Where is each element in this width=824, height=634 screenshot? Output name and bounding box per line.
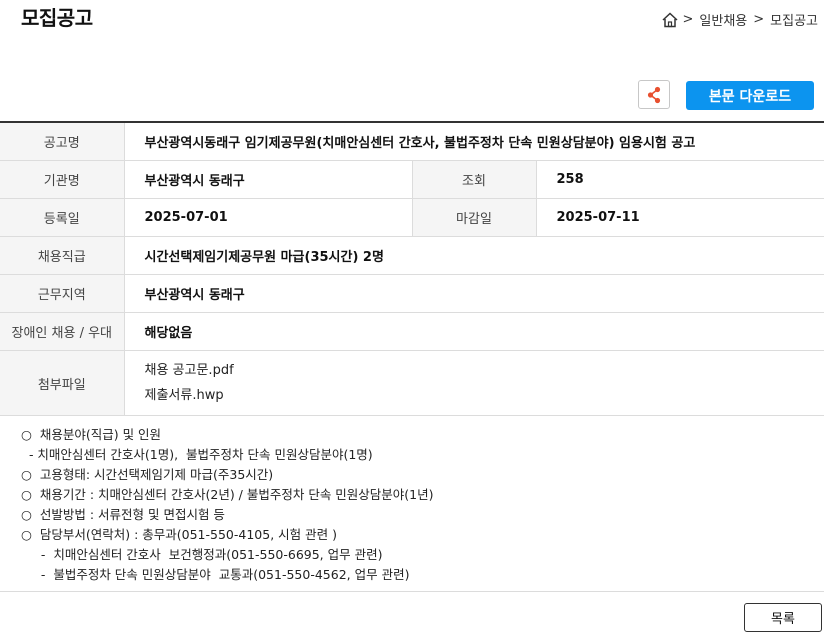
breadcrumb-item-recruitment[interactable]: 모집공고 [770, 10, 818, 29]
body-line: ○ 채용분야(직급) 및 인원 [21, 427, 162, 442]
views-value: 258 [536, 160, 824, 199]
table-row: 장애인 채용 / 우대 해당없음 [0, 312, 824, 351]
region-label: 근무지역 [0, 274, 125, 313]
rank-label: 채용직급 [0, 236, 125, 275]
body-line: - 치매안심센터 간호사 보건행정과(051-550-6695, 업무 관련) [21, 547, 383, 562]
reg-date-label: 등록일 [0, 198, 125, 237]
body-line: ○ 고용형태: 시간선택제임기제 마급(주35시간) [21, 467, 274, 482]
share-button[interactable] [638, 80, 670, 109]
table-row: 기관명 부산광역시 동래구 조회 258 [0, 160, 824, 199]
disabled-hiring-value: 해당없음 [124, 312, 824, 351]
recruitment-info-table: 공고명 부산광역시동래구 임기제공무원(치매안심센터 간호사, 불법주정차 단속… [0, 121, 824, 416]
announcement-body: ○ 채용분야(직급) 및 인원 - 치매안심센터 간호사(1명), 불법주정차 … [21, 425, 434, 585]
share-icon [647, 86, 661, 103]
home-icon[interactable] [661, 11, 679, 29]
views-label: 조회 [412, 160, 537, 199]
page-title: 모집공고 [21, 6, 93, 30]
attachment-link-pdf[interactable]: 채용 공고문.pdf [145, 358, 824, 383]
deadline-value: 2025-07-11 [536, 198, 824, 237]
table-row: 채용직급 시간선택제임기제공무원 마급(35시간) 2명 [0, 236, 824, 275]
body-line: - 불법주정차 단속 민원상담분야 교통과(051-550-4562, 업무 관… [21, 567, 410, 582]
disabled-hiring-label: 장애인 채용 / 우대 [0, 312, 125, 351]
title-value: 부산광역시동래구 임기제공무원(치매안심센터 간호사, 불법주정차 단속 민원상… [124, 122, 824, 161]
breadcrumb: > 일반채용 > 모집공고 [661, 10, 824, 29]
divider [0, 591, 824, 592]
body-line: ○ 담당부서(연락처) : 총무과(051-550-4105, 시험 관련 ) [21, 527, 337, 542]
breadcrumb-separator: > [753, 12, 765, 27]
table-row: 근무지역 부산광역시 동래구 [0, 274, 824, 313]
body-line: ○ 채용기간 : 치매안심센터 간호사(2년) / 불법주정차 단속 민원상담분… [21, 487, 434, 502]
reg-date-value: 2025-07-01 [124, 198, 413, 237]
deadline-label: 마감일 [412, 198, 537, 237]
download-body-button[interactable]: 본문 다운로드 [686, 81, 814, 110]
region-value: 부산광역시 동래구 [124, 274, 824, 313]
list-button[interactable]: 목록 [744, 603, 822, 632]
attachment-link-hwp[interactable]: 제출서류.hwp [145, 383, 824, 408]
table-row: 등록일 2025-07-01 마감일 2025-07-11 [0, 198, 824, 237]
title-label: 공고명 [0, 122, 125, 161]
breadcrumb-item-general-hiring[interactable]: 일반채용 [699, 10, 747, 29]
body-line: - 치매안심센터 간호사(1명), 불법주정차 단속 민원상담분야(1명) [21, 447, 373, 462]
attachments-label: 첨부파일 [0, 350, 125, 416]
body-line: ○ 선발방법 : 서류전형 및 면접시험 등 [21, 507, 225, 522]
table-row: 첨부파일 채용 공고문.pdf 제출서류.hwp [0, 350, 824, 416]
org-label: 기관명 [0, 160, 125, 199]
org-value: 부산광역시 동래구 [124, 160, 413, 199]
table-row: 공고명 부산광역시동래구 임기제공무원(치매안심센터 간호사, 불법주정차 단속… [0, 122, 824, 161]
rank-value: 시간선택제임기제공무원 마급(35시간) 2명 [124, 236, 824, 275]
breadcrumb-separator: > [682, 12, 694, 27]
attachments-cell: 채용 공고문.pdf 제출서류.hwp [124, 350, 824, 416]
